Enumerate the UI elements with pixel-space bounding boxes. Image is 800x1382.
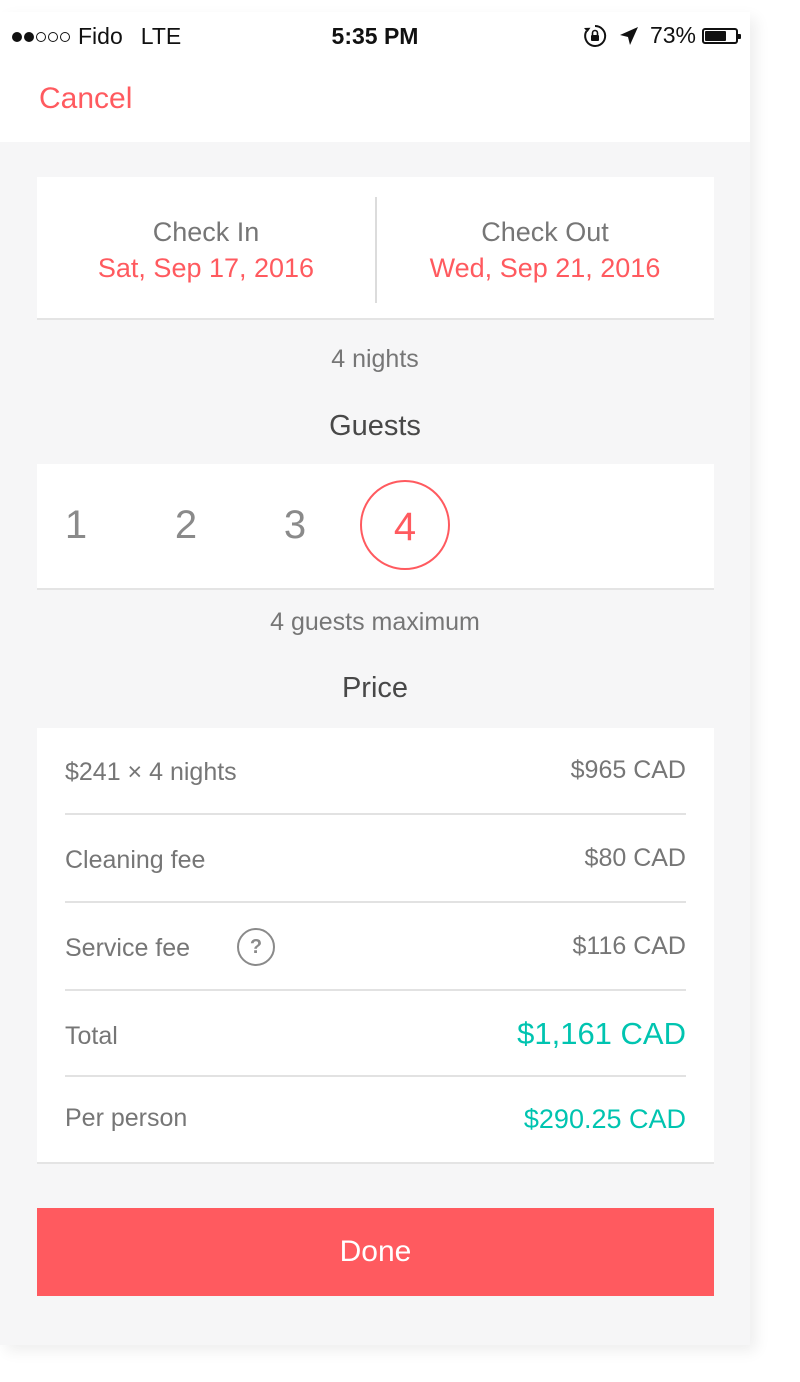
price-label: Cleaning fee <box>65 846 206 874</box>
guest-option-3[interactable]: 3 <box>250 480 340 570</box>
price-value: $80 CAD <box>584 844 686 872</box>
battery-percent: 73% <box>649 22 696 48</box>
price-value: $116 CAD <box>572 932 687 960</box>
dates-card: Check In Sat, Sep 17, 2016 Check Out Wed… <box>37 177 714 320</box>
status-right: 73% <box>582 22 741 49</box>
battery-icon <box>702 27 741 44</box>
guests-maximum: 4 guests maximum <box>270 608 480 636</box>
per-person-price: $290.25 CAD <box>523 1104 686 1134</box>
price-label: $241 × 4 nights <box>65 758 237 786</box>
total-price: $1,161 CAD <box>517 1016 686 1051</box>
guest-option-4[interactable]: 4 <box>360 480 450 570</box>
cancel-button[interactable]: Cancel <box>39 82 132 116</box>
orientation-lock-icon <box>583 24 607 47</box>
check-in-selector[interactable]: Check In Sat, Sep 17, 2016 <box>37 177 375 318</box>
done-button[interactable]: Done <box>37 1208 714 1296</box>
price-row-per-person: Per person $290.25 CAD <box>65 1077 686 1162</box>
price-label: Per person <box>65 1104 188 1132</box>
service-fee-help-icon[interactable]: ? <box>237 928 275 966</box>
guests-card: 1 2 3 4 <box>37 464 714 590</box>
price-row-cleaning: Cleaning fee $80 CAD <box>65 815 686 903</box>
phone-screen: Fido LTE 5:35 PM 73% Cancel Check In Sat… <box>0 12 750 1345</box>
check-in-date: Sat, Sep 17, 2016 <box>97 253 315 283</box>
price-row-service: Service fee ? $116 CAD <box>65 903 686 991</box>
price-row-total: Total $1,161 CAD <box>65 991 686 1077</box>
check-out-selector[interactable]: Check Out Wed, Sep 21, 2016 <box>376 177 714 318</box>
price-row-nightly: $241 × 4 nights $965 CAD <box>65 728 686 815</box>
guests-heading: Guests <box>329 410 421 442</box>
status-bar: Fido LTE 5:35 PM 73% <box>0 12 750 60</box>
price-label: Service fee <box>65 934 191 962</box>
guest-option-1[interactable]: 1 <box>31 480 121 570</box>
price-label: Total <box>65 1022 118 1050</box>
check-out-label: Check Out <box>481 217 609 247</box>
check-out-date: Wed, Sep 21, 2016 <box>429 253 661 283</box>
location-arrow-icon <box>619 26 638 45</box>
battery-level <box>705 30 727 41</box>
nav-bar: Cancel <box>0 60 750 142</box>
price-heading: Price <box>341 672 409 704</box>
check-in-label: Check In <box>152 217 260 247</box>
price-value: $965 CAD <box>570 756 686 784</box>
nights-count: 4 nights <box>331 345 419 373</box>
price-card: $241 × 4 nights $965 CAD Cleaning fee $8… <box>37 728 714 1164</box>
guest-option-2[interactable]: 2 <box>141 480 231 570</box>
